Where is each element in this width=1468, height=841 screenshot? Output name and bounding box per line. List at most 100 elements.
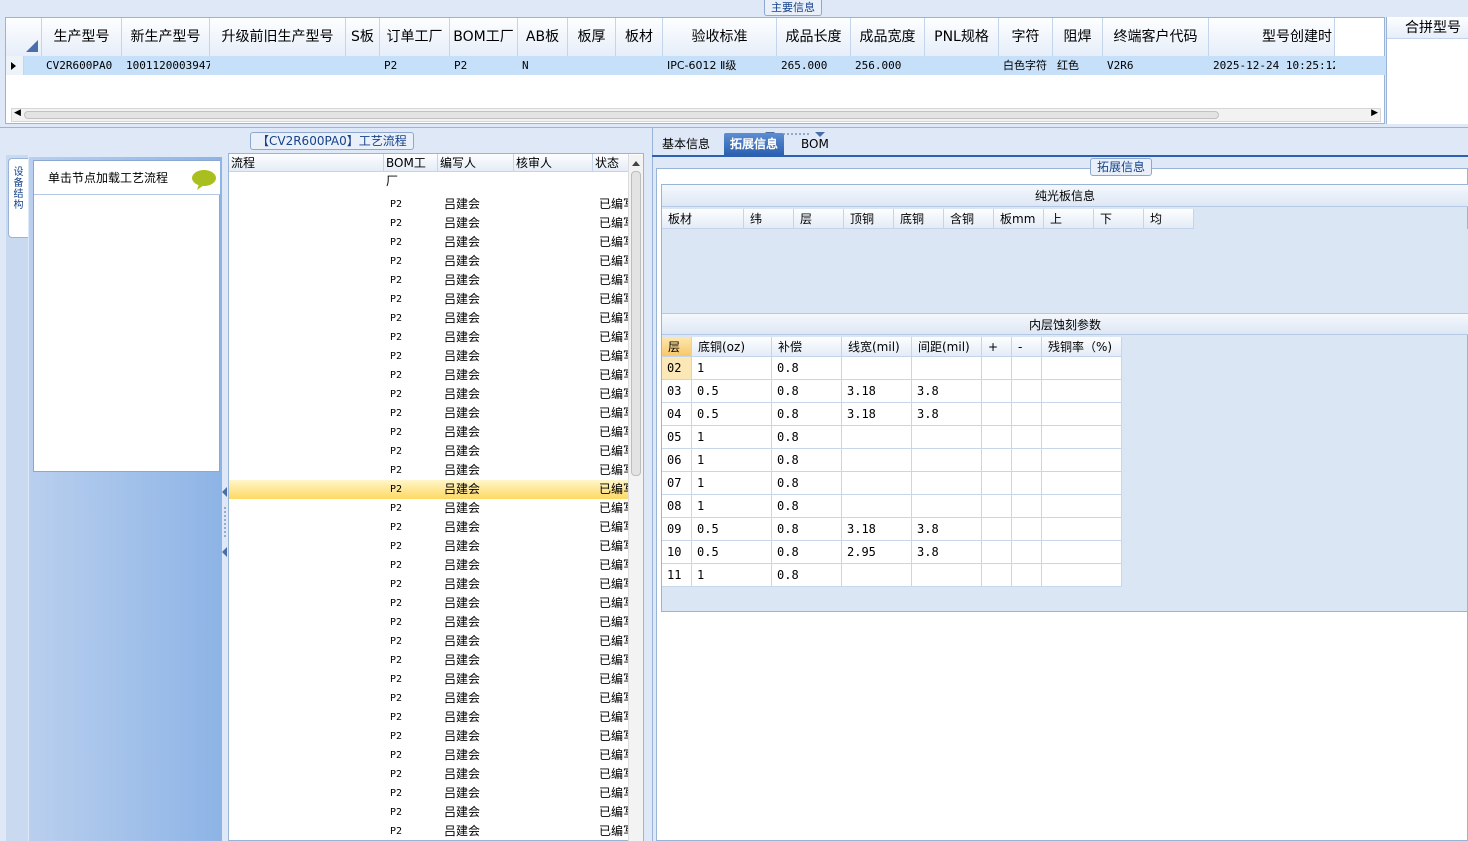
plain-board-column-header[interactable]: 板材 [662,209,744,229]
column-header[interactable]: 订单工厂 [380,18,450,56]
etch-cell[interactable]: 06 [662,449,692,472]
tree-row[interactable]: −棕化P2吕建会已编写 [229,575,629,594]
column-header[interactable]: 生产型号 [42,18,122,56]
etch-cell[interactable] [912,357,982,380]
etch-cell[interactable] [912,426,982,449]
etch-cell[interactable]: 0.5 [692,541,772,564]
etch-column-header[interactable]: 底铜(oz) [692,337,772,357]
tree-column-header[interactable]: 编写人 [438,154,514,172]
plain-board-column-header[interactable]: 均 [1144,209,1194,229]
etch-cell[interactable] [1042,472,1122,495]
etch-column-header[interactable]: 残铜率（%) [1042,337,1122,357]
tree-row[interactable]: 预排P2吕建会已编写 [229,632,629,651]
table-cell[interactable]: CV2R600PA0 [42,56,122,75]
etch-cell[interactable] [1042,541,1122,564]
tree-row[interactable]: 铝片钻孔P2吕建会已编写 [229,765,629,784]
plain-board-column-header[interactable]: 含铜 [944,209,994,229]
etch-cell[interactable] [1012,380,1042,403]
tab-extended-info[interactable]: 拓展信息 [724,133,785,155]
tree-row[interactable]: 裁切P2吕建会已编写 [229,309,629,328]
plain-board-column-header[interactable]: 上 [1044,209,1094,229]
etch-cell[interactable] [842,357,912,380]
etch-cell[interactable]: 0.8 [772,449,842,472]
etch-cell[interactable] [1042,403,1122,426]
tree-row[interactable]: −沉铜P2吕建会已编写 [229,803,629,822]
etch-cell[interactable] [1042,495,1122,518]
table-cell[interactable] [616,56,663,75]
etch-cell[interactable] [842,426,912,449]
etch-cell[interactable]: 3.8 [912,518,982,541]
etch-cell[interactable] [1042,518,1122,541]
etch-cell[interactable]: 02 [662,357,692,380]
tree-row[interactable]: 内层AOIP2吕建会已编写 [229,556,629,575]
tree-row[interactable]: 显影P2吕建会已编写 [229,461,629,480]
tree-row[interactable]: 去毛刺P2吕建会已编写 [229,822,629,841]
etch-cell[interactable]: 0.5 [692,380,772,403]
etch-cell[interactable] [1012,564,1042,587]
table-cell[interactable] [925,56,999,75]
tree-row[interactable]: 流程指示P2吕建会已编写 [229,214,629,233]
etch-cell[interactable]: 0.8 [772,495,842,518]
plain-board-column-header[interactable]: 下 [1094,209,1144,229]
etch-cell[interactable]: 05 [662,426,692,449]
etch-cell[interactable] [912,564,982,587]
etch-cell[interactable] [982,426,1012,449]
etch-cell[interactable]: 0.8 [772,380,842,403]
column-header[interactable]: AB板 [518,18,568,56]
table-cell[interactable] [210,56,346,75]
etch-cell[interactable]: 3.18 [842,380,912,403]
etch-cell[interactable] [842,564,912,587]
etch-cell[interactable]: 0.8 [772,472,842,495]
process-tree[interactable]: 流程BOM工厂编写人核审人状态 −CV2R600PA0−流程指示P2吕建会已编写… [228,153,644,841]
column-header[interactable]: 成品长度 [777,18,851,56]
tree-row[interactable]: 开料P2吕建会已编写 [229,290,629,309]
table-cell[interactable]: N [518,56,568,75]
etch-cell[interactable] [1012,403,1042,426]
etch-cell[interactable]: 2.95 [842,541,912,564]
column-header[interactable]: 升级前旧生产型号 [210,18,346,56]
etch-cell[interactable]: 07 [662,472,692,495]
column-header[interactable]: 终端客户代码 [1103,18,1209,56]
table-cell[interactable]: 2025-12-24 10:25:12 [1209,56,1335,75]
tree-row-selected[interactable]: 酸性蚀刻P2吕建会已编写 [229,480,629,499]
table-cell[interactable]: 白色字符 [999,56,1053,75]
etch-cell[interactable]: 0.8 [772,564,842,587]
etch-cell[interactable]: 0.8 [772,541,842,564]
tree-column-header[interactable]: 流程 [229,154,384,172]
etch-cell[interactable]: 10 [662,541,692,564]
etch-cell[interactable] [1042,380,1122,403]
etch-cell[interactable] [982,564,1012,587]
tree-row[interactable]: 曝光P2吕建会已编写 [229,442,629,461]
tree-row[interactable]: 棕化P2吕建会已编写 [229,594,629,613]
table-cell[interactable]: 256.000 [851,56,925,75]
tree-column-header[interactable]: BOM工厂 [384,154,438,188]
column-header[interactable]: 字符 [999,18,1053,56]
etch-cell[interactable]: 1 [692,449,772,472]
etch-cell[interactable] [1012,426,1042,449]
tree-row[interactable]: 压合P2吕建会已编写 [229,670,629,689]
column-header[interactable]: 型号创建时 [1209,18,1335,56]
etch-cell[interactable]: 03 [662,380,692,403]
etch-cell[interactable]: 3.18 [842,403,912,426]
tree-row[interactable]: −开料P2吕建会已编写 [229,271,629,290]
etch-cell[interactable]: 0.8 [772,426,842,449]
etch-cell[interactable] [912,472,982,495]
horizontal-scrollbar[interactable]: ◀ ▶ [11,108,1381,122]
tree-row[interactable]: 排板P2吕建会已编写 [229,651,629,670]
etch-cell[interactable]: 08 [662,495,692,518]
table-cell[interactable]: V2R6 [1103,56,1209,75]
tree-row[interactable]: 冲孔P2吕建会已编写 [229,537,629,556]
etch-cell[interactable] [1012,472,1042,495]
etch-cell[interactable] [1042,426,1122,449]
tree-row[interactable]: 内层前处理P2吕建会已编写 [229,404,629,423]
etch-cell[interactable] [982,449,1012,472]
etch-cell[interactable]: 1 [692,426,772,449]
etch-column-header[interactable]: 补偿 [772,337,842,357]
scroll-right-icon[interactable]: ▶ [1371,108,1378,118]
table-cell[interactable]: 10011200039474 [122,56,210,75]
etch-cell[interactable] [842,495,912,518]
etch-cell[interactable]: 3.8 [912,541,982,564]
etch-cell[interactable] [1012,518,1042,541]
tree-row[interactable]: −钻孔P2吕建会已编写 [229,746,629,765]
column-header[interactable]: 阻焊 [1053,18,1103,56]
